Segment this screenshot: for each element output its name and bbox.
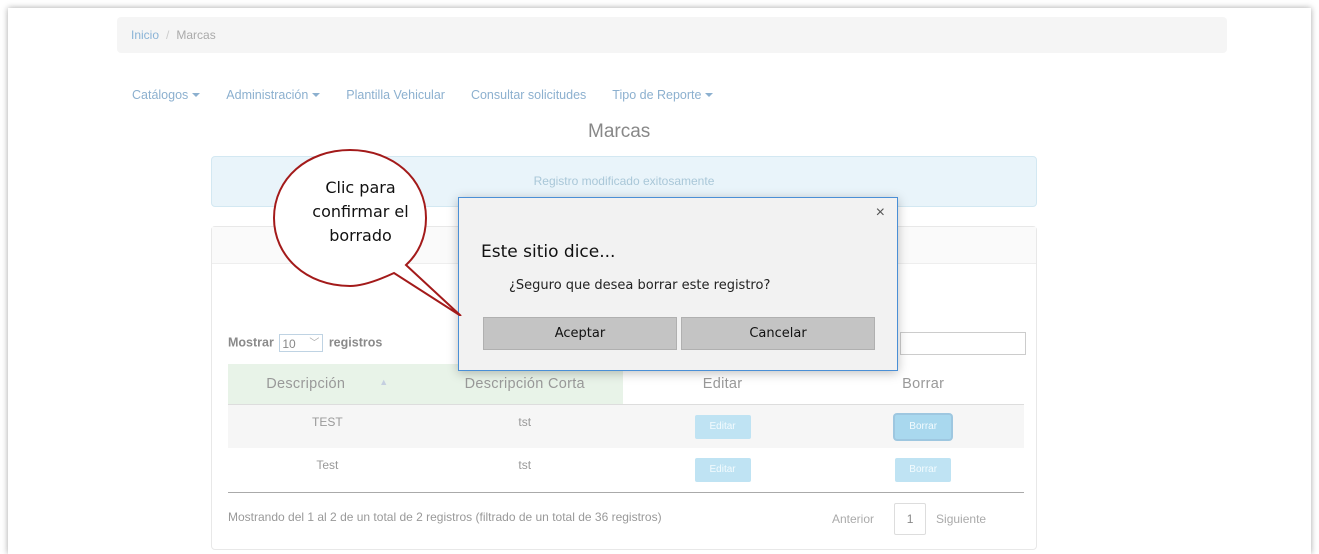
cell-descripcion-corta: tst (426, 404, 623, 448)
page-number-button[interactable]: 1 (894, 503, 927, 535)
cancel-button[interactable]: Cancelar (681, 317, 875, 350)
callout-line: borrado (329, 226, 392, 245)
chevron-down-icon: ﹀ (309, 338, 320, 349)
page-title: Marcas (588, 121, 651, 142)
nav-administracion-label: Administración (226, 88, 309, 102)
table-info: Mostrando del 1 al 2 de un total de 2 re… (228, 510, 662, 524)
column-header-label: Descripción (266, 376, 346, 392)
confirm-dialog: × Este sitio dice... ¿Seguro que desea b… (458, 197, 898, 371)
delete-button[interactable]: Borrar (895, 457, 952, 482)
brands-table: Descripción ▲ Descripción Corta Editar Bo… (228, 364, 1024, 491)
nav-administracion[interactable]: Administración (226, 88, 321, 102)
chevron-down-icon (705, 93, 714, 97)
browser-page: Inicio / Marcas Catálogos Administración P… (8, 8, 1311, 554)
nav-catalogos-label: Catálogos (132, 88, 189, 102)
edit-button[interactable]: Editar (694, 457, 751, 482)
page-size-value: 10 (282, 337, 296, 351)
nav-plantilla-vehicular[interactable]: Plantilla Vehicular (346, 88, 445, 102)
cell-borrar: Borrar (822, 404, 1024, 448)
delete-button[interactable]: Borrar (895, 415, 952, 439)
cell-descripcion: TEST (228, 404, 427, 448)
chevron-down-icon (192, 93, 201, 97)
main-nav: Catálogos Administración Plantilla Vehic… (132, 88, 739, 102)
page-size-select[interactable]: 10 ﹀ (279, 334, 324, 352)
cell-descripcion-corta: tst (426, 447, 623, 491)
previous-page-button[interactable]: Anterior (832, 512, 874, 526)
table-footer-divider (228, 492, 1024, 493)
cell-editar: Editar (622, 404, 823, 448)
cell-editar: Editar (622, 447, 823, 491)
table-row: Test tst Editar Borrar (228, 447, 1024, 491)
pagination: Anterior 1 Siguiente (832, 503, 986, 535)
column-header-descripcion[interactable]: Descripción ▲ (228, 364, 427, 405)
edit-button[interactable]: Editar (694, 415, 751, 439)
callout-line: confirmar el (312, 202, 409, 221)
chevron-down-icon (312, 93, 321, 97)
breadcrumb-current: Marcas (176, 28, 216, 42)
accept-button[interactable]: Aceptar (483, 317, 677, 350)
dialog-message: ¿Seguro que desea borrar este registro? (509, 278, 771, 293)
nav-tipo-reporte-label: Tipo de Reporte (612, 88, 702, 102)
callout-text: Clic para confirmar el borrado (293, 176, 428, 248)
breadcrumb-separator: / (166, 28, 170, 42)
breadcrumb: Inicio / Marcas (117, 17, 1227, 53)
records-label: registros (328, 335, 383, 350)
next-page-button[interactable]: Siguiente (936, 512, 986, 526)
close-icon[interactable]: × (876, 204, 885, 222)
dialog-title: Este sitio dice... (481, 242, 616, 262)
table-row: TEST tst Editar Borrar (228, 404, 1024, 448)
show-label: Mostrar (228, 335, 274, 350)
nav-catalogos[interactable]: Catálogos (132, 88, 201, 102)
sort-asc-icon: ▲ (379, 377, 389, 387)
cell-borrar: Borrar (822, 447, 1024, 491)
cell-descripcion: Test (228, 447, 427, 491)
breadcrumb-home-link[interactable]: Inicio (131, 28, 159, 42)
nav-consultar-solicitudes[interactable]: Consultar solicitudes (471, 88, 586, 102)
search-input[interactable] (900, 332, 1026, 355)
callout-line: Clic para (325, 178, 396, 197)
nav-tipo-reporte[interactable]: Tipo de Reporte (612, 88, 714, 102)
page-length-control: Mostrar 10 ﹀ registros (228, 334, 382, 352)
